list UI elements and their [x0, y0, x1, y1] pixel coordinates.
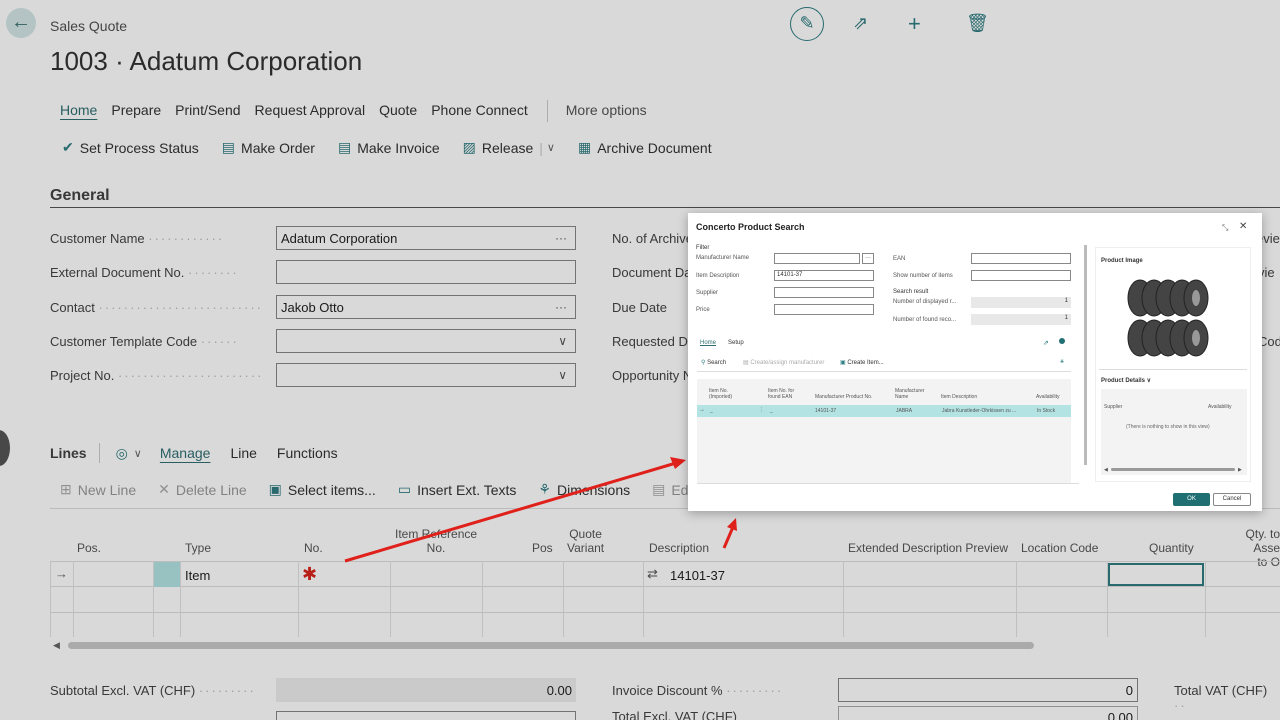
item-description-label: Item Description [696, 273, 740, 279]
divider [697, 483, 1079, 484]
product-image-heading: Product Image [1101, 258, 1143, 264]
ok-button[interactable]: OK [1173, 493, 1210, 506]
product-details-heading[interactable]: Product Details ∨ [1101, 377, 1151, 384]
ellipsis-icon[interactable]: ··· [862, 253, 874, 264]
col-item-description[interactable]: Item Description [941, 394, 977, 400]
col-item-no-found[interactable]: Item No. for found EAN [768, 388, 794, 400]
divider [697, 371, 1071, 372]
share-icon[interactable]: ⇗ [1043, 339, 1049, 347]
item-icon: ▣ [840, 360, 846, 366]
col-item-no-imported[interactable]: Item No. (Imported) [709, 388, 732, 400]
sales-quote-page: ← Sales Quote 1003 · Adatum Corporation … [0, 0, 1280, 720]
num-displayed-value: 1 [971, 297, 1071, 308]
details-empty-message: (There is nothing to show in this view) [1126, 424, 1210, 430]
ean-label: EAN [893, 256, 906, 262]
arrow-line [344, 461, 677, 563]
col-availability[interactable]: Availability [1036, 394, 1060, 400]
row-menu-icon: ⋮ [759, 407, 764, 413]
cancel-button[interactable]: Cancel [1213, 493, 1251, 506]
manufacturer-name-label: Manufacturer Name [696, 255, 750, 261]
product-search-dialog: Concerto Product Search ⤡ ✕ Filter Manuf… [688, 213, 1262, 511]
vertical-scrollbar[interactable] [1084, 245, 1087, 465]
filter-heading: Filter [696, 245, 710, 251]
supplier-label: Supplier [696, 290, 719, 296]
ean-input[interactable] [971, 253, 1071, 264]
divider [1099, 369, 1247, 370]
dialog-title: Concerto Product Search [696, 222, 805, 232]
num-displayed-label: Number of displayed r... [893, 299, 957, 305]
create-item-button[interactable]: ▣ Create Item... [840, 359, 884, 366]
arrow-line [722, 526, 735, 549]
table-row[interactable]: → _ ⋮ _ 14101-37 JABRA Jabra Kunstleder-… [697, 405, 1071, 417]
tire-product-image [1127, 279, 1209, 357]
close-icon[interactable]: ✕ [1239, 221, 1247, 232]
details-supplier-col: Supplier [1104, 404, 1123, 410]
collapse-icon[interactable]: ⤡ [1222, 223, 1228, 233]
price-input[interactable] [774, 304, 874, 315]
dialog-tab-home[interactable]: Home [700, 340, 716, 346]
show-number-input[interactable] [971, 270, 1071, 281]
dialog-search-button[interactable]: ⚲ Search [701, 359, 726, 366]
item-description-input[interactable]: 14101-37 [774, 270, 874, 281]
manufacturer-name-input[interactable] [774, 253, 860, 264]
pin-icon[interactable]: ⚹ [1060, 358, 1064, 366]
factbox-panel: Product Image Product Details ∨ Supplier… [1095, 247, 1251, 482]
col-manufacturer-product-no[interactable]: Manufacturer Product No. [815, 394, 872, 400]
dialog-tab-setup[interactable]: Setup [728, 340, 744, 346]
price-label: Price [696, 307, 710, 313]
results-table: Item No. (Imported) Item No. for found EAN… [697, 379, 1071, 483]
scroll-left-icon[interactable]: ◀ [1104, 467, 1108, 473]
details-availability-col: Availability [1208, 404, 1232, 410]
details-table: Supplier Availability (There is nothing … [1101, 389, 1247, 475]
info-icon[interactable] [1059, 338, 1065, 344]
col-manufacturer[interactable]: Manufacturer Name [895, 388, 924, 400]
supplier-input[interactable] [774, 287, 874, 298]
create-assign-manufacturer-button[interactable]: ▤ Create/assign manufacturer [743, 359, 824, 366]
scroll-right-icon[interactable]: ▶ [1238, 467, 1242, 473]
search-result-heading: Search result [893, 289, 929, 295]
num-found-value: 1 [971, 314, 1071, 325]
show-number-label: Show number of items [893, 273, 953, 279]
search-icon: ⚲ [701, 360, 706, 366]
row-arrow-icon: → [699, 407, 705, 413]
details-scrollbar[interactable] [1111, 468, 1235, 471]
num-found-label: Number of found reco... [893, 317, 957, 323]
